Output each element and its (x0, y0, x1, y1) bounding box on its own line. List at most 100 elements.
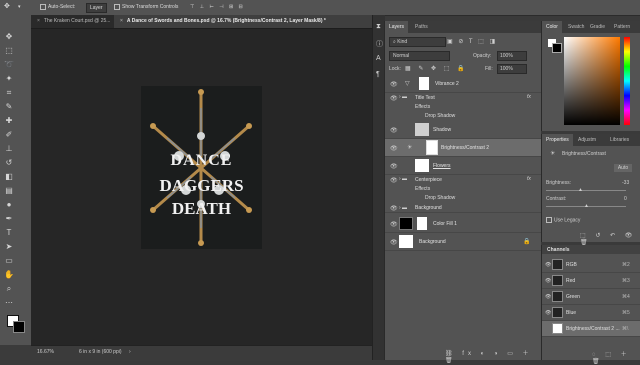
auto-select-dropdown[interactable]: Layer (86, 3, 107, 13)
visibility-eye-icon[interactable]: 👁 (390, 177, 398, 184)
tab-gradients[interactable]: Gradie (586, 21, 609, 33)
layer-row[interactable]: 👁 › ▬ Title Text fx (385, 93, 541, 102)
zoom-level[interactable]: 16.67% (37, 349, 54, 355)
tab-adjustments[interactable]: Adjustm (574, 134, 600, 146)
tab-layers[interactable]: Layers (385, 21, 409, 33)
info-icon[interactable]: ⓘ (376, 39, 383, 49)
visibility-eye-icon[interactable]: 👁 (390, 221, 398, 228)
tab-paths[interactable]: Paths (411, 21, 432, 33)
properties-footer-icons[interactable]: ⬚ ↺ ↶ 👁 🗑 (580, 232, 640, 246)
visibility-eye-icon[interactable]: 👁 (390, 127, 398, 134)
healing-icon[interactable]: ✚ (3, 115, 15, 127)
layer-mask-thumb[interactable] (426, 140, 438, 155)
visibility-eye-icon[interactable]: 👁 (390, 205, 398, 212)
layer-filter-select[interactable]: ⌕ Kind (389, 37, 446, 47)
visibility-eye-icon[interactable]: 👁 (545, 278, 551, 284)
type-icon[interactable]: T (3, 227, 15, 239)
brightness-slider-track[interactable] (546, 190, 626, 191)
legacy-toggle[interactable]: Use Legacy (546, 217, 580, 223)
effects-row[interactable]: Effects (385, 102, 541, 111)
visibility-eye-icon[interactable]: 👁 (545, 262, 551, 268)
shape-icon[interactable]: ▭ (3, 255, 15, 267)
dodge-icon[interactable]: ● (3, 199, 15, 211)
layer-name[interactable]: Title Text (415, 95, 435, 101)
layer-name[interactable]: Background (415, 205, 442, 211)
zoom-icon[interactable]: ⌕ (3, 283, 15, 295)
tab-properties[interactable]: Properties (542, 134, 573, 146)
layer-row-selected[interactable]: 👁 ☀ Brightness/Contrast 2 (385, 139, 541, 157)
tab-color[interactable]: Color (542, 21, 562, 33)
pen-icon[interactable]: ✒ (3, 213, 15, 225)
folder-icon[interactable]: › ▬ (399, 94, 407, 100)
history-brush-icon[interactable]: ↺ (3, 157, 15, 169)
color-fill-thumb[interactable] (399, 217, 413, 230)
effects-row[interactable]: Effects (385, 184, 541, 193)
document-artwork[interactable]: DANCE DAGGERS DEATH (141, 86, 262, 249)
layer-row[interactable]: 👁 ▽ Vibrance 2 (385, 75, 541, 93)
brush-icon[interactable]: ✐ (3, 129, 15, 141)
transform-controls-toggle[interactable]: Show Transform Controls (114, 3, 178, 11)
auto-select-toggle[interactable]: Auto-Select: (40, 3, 75, 11)
visibility-eye-icon[interactable]: 👁 (390, 81, 398, 88)
layer-row[interactable]: 👁 › ▬ Centerpiece fx (385, 175, 541, 184)
brightness-slider-handle[interactable]: ▲ (578, 187, 583, 193)
tab-patterns[interactable]: Pattern (610, 21, 634, 33)
legacy-checkbox[interactable] (546, 217, 552, 223)
document-info[interactable]: 6 in x 9 in (600 ppi) (79, 349, 122, 355)
tab-swatches[interactable]: Swatch (564, 21, 588, 33)
layer-row[interactable]: 👁 Color Fill 1 (385, 215, 541, 233)
tab-libraries[interactable]: Libraries (606, 134, 633, 146)
path-select-icon[interactable]: ➤ (3, 241, 15, 253)
tab-dance-swords[interactable]: × A Dance of Swords and Bones.psd @ 16.7%… (114, 15, 381, 28)
folder-icon[interactable]: › ▬ (399, 205, 407, 211)
visibility-eye-icon[interactable]: 👁 (390, 145, 398, 152)
layer-name[interactable]: Flowers (433, 163, 451, 169)
background-color-swatch[interactable] (13, 321, 25, 333)
fx-icon[interactable]: fx (527, 176, 531, 182)
opacity-input[interactable]: 100% (497, 51, 527, 61)
layer-mask-thumb[interactable] (417, 217, 427, 230)
fill-input[interactable]: 100% (497, 64, 527, 74)
filter-icons[interactable]: ▣ ⊘ T ⬚ ◨ (447, 38, 497, 45)
layer-name[interactable]: Shadow (433, 127, 451, 133)
auto-button[interactable]: Auto (614, 164, 632, 172)
visibility-eye-icon[interactable]: 👁 (390, 95, 398, 102)
status-arrow-icon[interactable]: › (129, 349, 131, 355)
color-field[interactable] (564, 37, 620, 125)
gradient-icon[interactable]: ▤ (3, 185, 15, 197)
layer-row[interactable]: 👁 Background 🔒 (385, 233, 541, 251)
eraser-icon[interactable]: ◧ (3, 171, 15, 183)
lasso-icon[interactable]: ➰ (3, 59, 15, 71)
move-tool-icon[interactable]: ✥ (4, 3, 10, 11)
layer-name[interactable]: Brightness/Contrast 2 (441, 145, 489, 151)
layer-mask-thumb[interactable] (419, 77, 429, 90)
close-icon[interactable]: × (37, 18, 40, 24)
channel-row-mask[interactable]: Brightness/Contrast 2 ... ⌘\ (542, 321, 640, 337)
stamp-icon[interactable]: ⊥ (3, 143, 15, 155)
layer-thumb[interactable] (399, 235, 413, 248)
layer-row[interactable]: 👁 Shadow (385, 121, 541, 139)
visibility-eye-icon[interactable]: 👁 (390, 239, 398, 246)
layer-row[interactable]: 👁 Flowers (385, 157, 541, 175)
layer-name[interactable]: Background (419, 239, 446, 245)
layer-row[interactable]: 👁 › ▬ Background (385, 203, 541, 213)
align-icons[interactable]: ⊤ ⊥ ⊢ ⊣ ⊞ ⊟ (190, 3, 245, 11)
channels-footer-icons[interactable]: ◌ ⬚ ＋ 🗑 (592, 349, 640, 365)
magic-wand-icon[interactable]: ✦ (3, 73, 15, 85)
blend-mode-select[interactable]: Normal (389, 51, 450, 61)
channel-row-green[interactable]: 👁 Green ⌘4 (542, 289, 640, 305)
lock-icons[interactable]: ▦ ✎ ✥ ⬚ 🔒 (405, 65, 468, 72)
channel-row-blue[interactable]: 👁 Blue ⌘5 (542, 305, 640, 321)
move-icon[interactable]: ✥ (3, 31, 15, 43)
layer-name[interactable]: Centerpiece (415, 177, 442, 183)
visibility-eye-icon[interactable]: 👁 (390, 163, 398, 170)
layer-thumb[interactable] (415, 159, 429, 172)
paragraph-icon[interactable]: ¶ (376, 71, 380, 78)
channel-row-rgb[interactable]: 👁 RGB ⌘2 (542, 257, 640, 273)
fx-icon[interactable]: fx (527, 94, 531, 100)
tab-kraken-court[interactable]: × The Kraken Court.psd @ 25... (31, 15, 113, 28)
eyedropper-icon[interactable]: ✎ (3, 101, 15, 113)
contrast-value[interactable]: 0 (624, 196, 627, 202)
transform-checkbox[interactable] (114, 3, 120, 10)
layer-thumb[interactable] (415, 123, 429, 136)
